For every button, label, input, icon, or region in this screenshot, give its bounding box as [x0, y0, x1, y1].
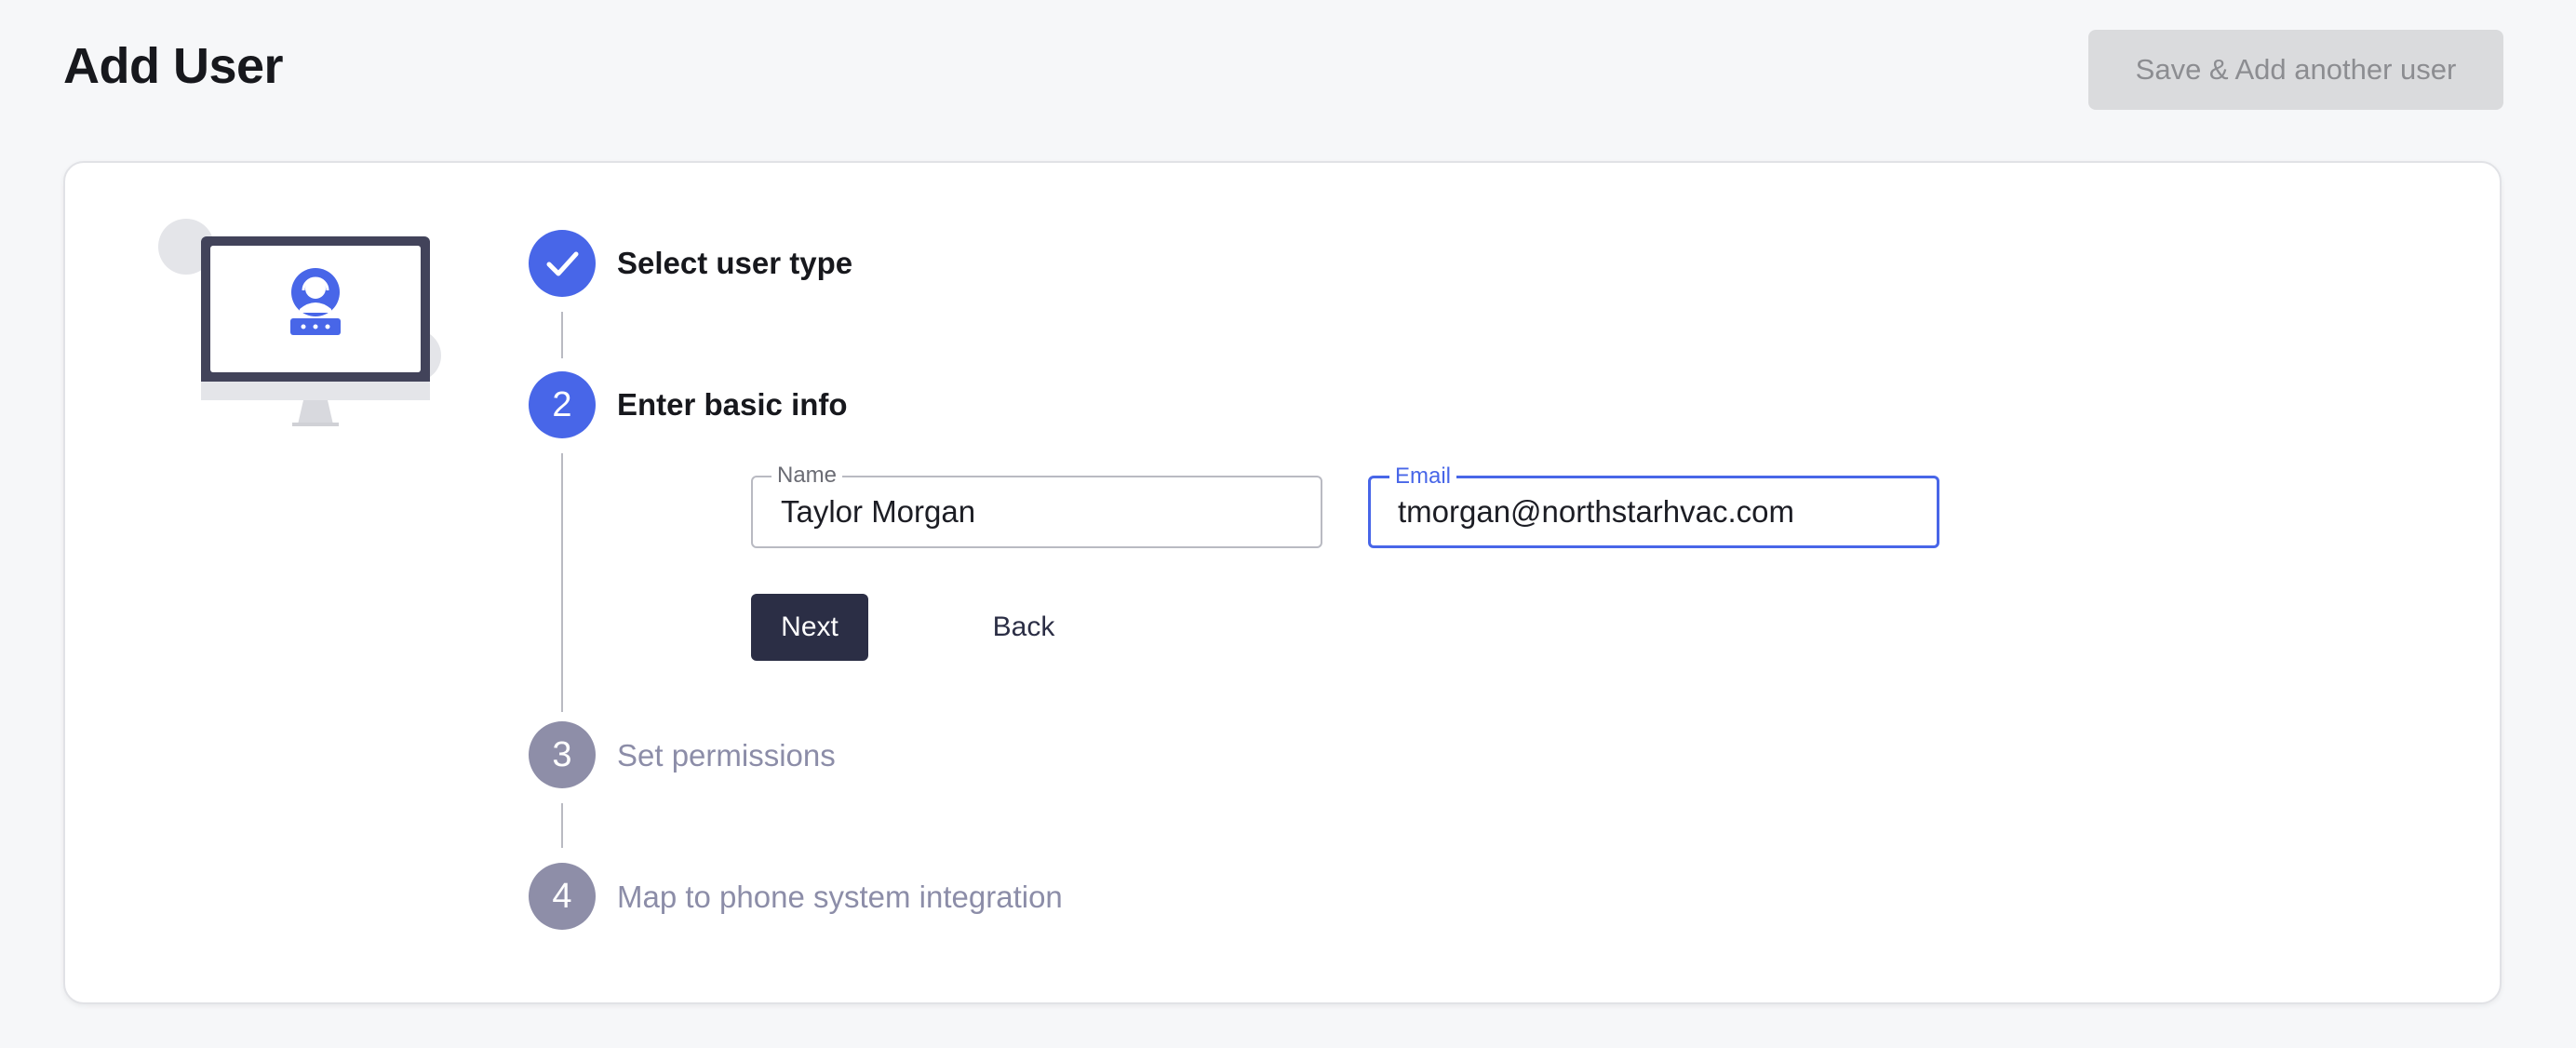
email-field: Email: [1368, 464, 1939, 548]
step-3-label: Set permissions: [617, 738, 836, 773]
stepper: Select user type 2 Enter basic info Name…: [65, 163, 2500, 1002]
step-1-label: Select user type: [617, 246, 853, 280]
back-button[interactable]: Back: [968, 594, 1080, 661]
step-4-circle: 4: [529, 863, 596, 930]
name-field: Name: [751, 463, 1322, 548]
step-2-circle: 2: [529, 371, 596, 438]
save-and-add-another-user-button[interactable]: Save & Add another user: [2088, 30, 2503, 110]
step-2-label: Enter basic info: [617, 387, 848, 422]
email-input[interactable]: [1371, 478, 1937, 545]
step-connector: [561, 803, 563, 848]
step-connector: [561, 312, 563, 358]
step-3-circle: 3: [529, 721, 596, 788]
step-connector: [561, 453, 563, 712]
name-input[interactable]: [753, 477, 1321, 546]
page-title: Add User: [63, 38, 284, 94]
add-user-card: Select user type 2 Enter basic info Name…: [63, 161, 2502, 1004]
check-icon: [546, 251, 579, 276]
step-4-label: Map to phone system integration: [617, 880, 1063, 914]
step-1-circle: [529, 230, 596, 297]
next-button[interactable]: Next: [751, 594, 868, 661]
